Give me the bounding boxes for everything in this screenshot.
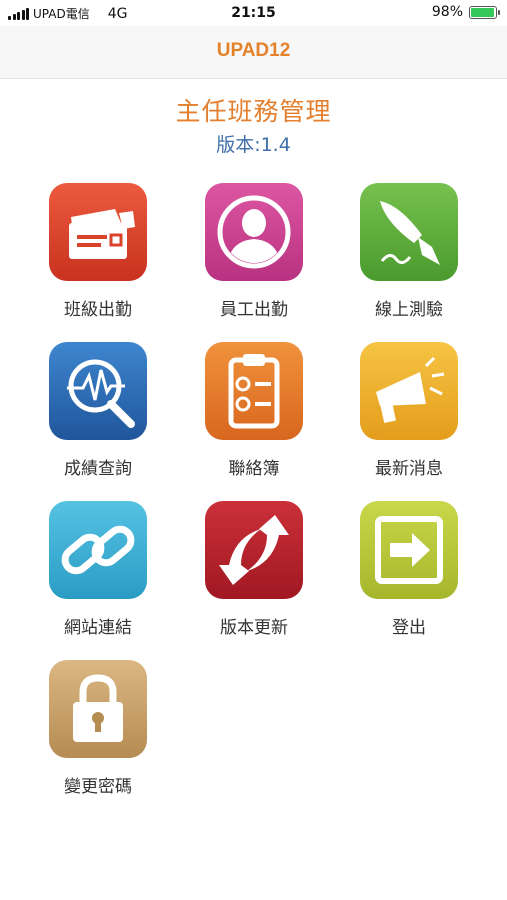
fountain-pen-icon [360,183,458,281]
status-bar: UPAD電信 4G 21:15 98% [0,0,507,26]
status-right: 98% [431,4,500,20]
menu-item-label: 成績查詢 [64,459,132,479]
battery-icon [469,5,500,19]
refresh-arrows-icon [205,501,303,599]
menu-item-logout[interactable]: 登出 [339,501,479,651]
exit-arrow-icon [360,501,458,599]
padlock-icon [49,660,147,758]
page-title: 主任班務管理 [175,97,332,126]
menu-item-label: 線上測驗 [375,300,443,320]
attendance-card-icon [49,183,147,281]
battery-fill [471,7,494,17]
menu-item-label: 網站連結 [64,618,132,638]
nav-bar: UPAD12 [0,26,507,79]
menu-item-website-links[interactable]: 網站連結 [28,501,168,651]
menu-item-change-password[interactable]: 變更密碼 [28,660,168,810]
menu-item-label: 聯絡簿 [228,459,280,479]
menu-item-grade-query[interactable]: 成績查詢 [28,342,168,492]
menu-item-contact-book[interactable]: 聯絡簿 [184,342,324,492]
menu-item-staff-attendance[interactable]: 員工出勤 [184,183,324,333]
menu-item-version-update[interactable]: 版本更新 [184,501,324,651]
megaphone-icon [360,342,458,440]
menu-item-label: 班級出勤 [64,300,132,320]
menu-item-label: 員工出勤 [220,300,288,320]
menu-item-class-attendance[interactable]: 班級出勤 [28,183,168,333]
person-icon [205,183,303,281]
menu-item-label: 變更密碼 [64,777,132,797]
menu-item-latest-news[interactable]: 最新消息 [339,342,479,492]
link-icon [49,501,147,599]
menu-item-label: 登出 [392,618,426,638]
clipboard-icon [205,342,303,440]
version-label: 版本:1.4 [216,134,291,156]
menu-item-label: 版本更新 [220,618,288,638]
nav-title: UPAD12 [216,40,291,61]
menu-item-online-test[interactable]: 線上測驗 [339,183,479,333]
menu-item-label: 最新消息 [375,459,443,479]
magnifier-chart-icon [49,342,147,440]
battery-percent: 98% [431,4,463,20]
